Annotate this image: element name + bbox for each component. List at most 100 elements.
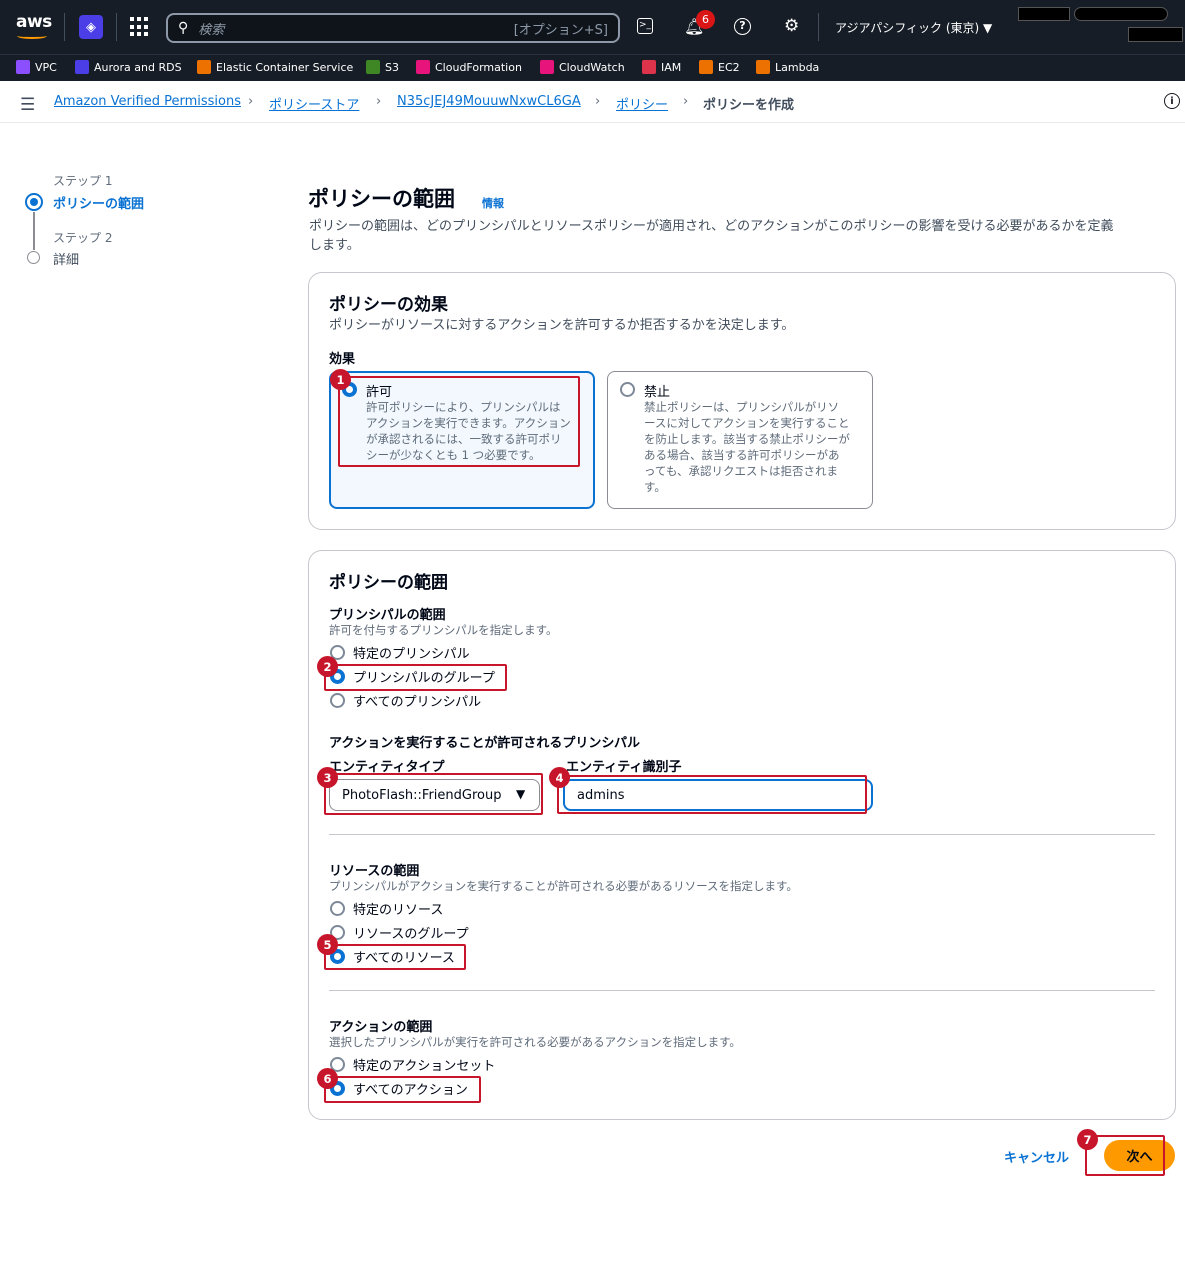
step-2-label: 詳細 bbox=[53, 253, 80, 268]
gear-icon[interactable]: ⚙ bbox=[784, 16, 799, 36]
region-selector[interactable]: アジアパシフィック (東京) ▼ bbox=[835, 19, 992, 36]
help-icon[interactable]: ? bbox=[734, 18, 751, 35]
resource-scope-description: プリンシパルがアクションを実行することが許可される必要があるリソースを指定します… bbox=[329, 879, 798, 893]
annotation-marker-7: 7 bbox=[1077, 1129, 1098, 1150]
annotation-box-3 bbox=[324, 773, 543, 815]
step-2-indicator bbox=[27, 251, 40, 264]
favorite-aurora-rds[interactable]: Aurora and RDS bbox=[75, 60, 182, 74]
favorite-ec2[interactable]: EC2 bbox=[699, 60, 740, 74]
info-icon[interactable]: i bbox=[1164, 93, 1180, 109]
cloudwatch-icon bbox=[540, 60, 554, 74]
annotation-box-1 bbox=[338, 376, 580, 467]
cloudshell-icon[interactable]: >_ bbox=[637, 18, 653, 34]
page-description: ポリシーの範囲は、どのプリンシパルとリソースポリシーが適用され、どのアクションが… bbox=[309, 219, 1114, 234]
annotation-box-5 bbox=[324, 944, 466, 970]
rds-icon bbox=[75, 60, 89, 74]
annotation-box-6 bbox=[324, 1076, 481, 1103]
forbid-description-4: ある場合、該当する許可ポリシーがあ bbox=[644, 448, 840, 462]
step-connector bbox=[33, 212, 35, 250]
section-divider bbox=[329, 990, 1155, 991]
search-icon: ⚲ bbox=[178, 20, 189, 36]
principal-scope-label: プリンシパルの範囲 bbox=[329, 608, 446, 623]
favorite-vpc[interactable]: VPC bbox=[16, 60, 57, 74]
aws-logo-smile bbox=[17, 33, 47, 39]
favorite-cloudwatch[interactable]: CloudWatch bbox=[540, 60, 625, 74]
favorite-iam[interactable]: IAM bbox=[642, 60, 681, 74]
principal-specific-label: 特定のプリンシパル bbox=[353, 647, 470, 662]
services-menu-icon[interactable] bbox=[130, 17, 150, 37]
redacted-account bbox=[1018, 7, 1070, 21]
iam-icon bbox=[642, 60, 656, 74]
menu-icon[interactable]: ☰ bbox=[20, 95, 35, 115]
annotation-marker-1: 1 bbox=[330, 369, 351, 390]
redacted-account[interactable] bbox=[1074, 7, 1168, 21]
nav-divider bbox=[64, 13, 65, 41]
resource-scope-label: リソースの範囲 bbox=[329, 864, 420, 879]
annotation-box-2 bbox=[324, 664, 507, 691]
annotation-marker-5: 5 bbox=[317, 934, 338, 955]
annotation-marker-6: 6 bbox=[317, 1068, 338, 1089]
chevron-right-icon: › bbox=[595, 94, 601, 109]
favorite-ecs[interactable]: Elastic Container Service bbox=[197, 60, 353, 74]
allowed-principal-label: アクションを実行することが許可されるプリンシパル bbox=[329, 736, 640, 751]
breadcrumb-policy-stores[interactable]: ポリシーストア bbox=[269, 94, 359, 113]
vpc-icon bbox=[16, 60, 30, 74]
s3-icon bbox=[366, 60, 380, 74]
breadcrumb-current: ポリシーを作成 bbox=[703, 98, 795, 113]
forbid-description-1: 禁止ポリシーは、プリンシパルがリソ bbox=[644, 400, 840, 414]
notification-badge: 6 bbox=[696, 10, 715, 29]
forbid-description-5: っても、承認リクエストは拒否されま bbox=[644, 464, 839, 478]
favorite-s3[interactable]: S3 bbox=[366, 60, 399, 74]
favorite-cloudformation[interactable]: CloudFormation bbox=[416, 60, 522, 74]
annotation-marker-3: 3 bbox=[317, 767, 338, 788]
scope-panel-title: ポリシーの範囲 bbox=[329, 573, 448, 593]
search-placeholder: 検索 bbox=[198, 22, 225, 38]
ecs-icon bbox=[197, 60, 211, 74]
principal-scope-description: 許可を付与するプリンシパルを指定します。 bbox=[329, 623, 558, 637]
resource-specific-radio[interactable] bbox=[330, 901, 345, 916]
page-description-cont: します。 bbox=[309, 238, 360, 253]
favorite-lambda[interactable]: Lambda bbox=[756, 60, 819, 74]
forbid-title: 禁止 bbox=[644, 385, 671, 400]
effect-panel-description: ポリシーがリソースに対するアクションを許可するか拒否するかを決定します。 bbox=[329, 318, 795, 333]
page-bottom bbox=[0, 1232, 1185, 1267]
annotation-box-4 bbox=[557, 775, 867, 814]
page-title: ポリシーの範囲 bbox=[308, 187, 455, 211]
resource-group-label: リソースのグループ bbox=[353, 927, 469, 942]
search-input[interactable]: ⚲ 検索 [オプション+S] bbox=[166, 13, 620, 43]
forbid-radio[interactable] bbox=[620, 382, 635, 397]
breadcrumb-verified-permissions[interactable]: Amazon Verified Permissions bbox=[54, 94, 241, 109]
principal-all-label: すべてのプリンシパル bbox=[353, 695, 482, 710]
entity-id-label: エンティティ識別子 bbox=[566, 760, 682, 775]
step-1-label[interactable]: ポリシーの範囲 bbox=[53, 193, 144, 212]
breadcrumb-policy-store-id[interactable]: N35cJEJ49MouuwNxwCL6GA bbox=[397, 94, 581, 109]
info-link[interactable]: 情報 bbox=[482, 195, 504, 211]
nav-divider bbox=[818, 13, 819, 41]
breadcrumb-policies[interactable]: ポリシー bbox=[616, 94, 668, 113]
annotation-marker-2: 2 bbox=[317, 656, 338, 677]
annotation-marker-4: 4 bbox=[549, 767, 570, 788]
forbid-description-2: ースに対してアクションを実行すること bbox=[644, 416, 850, 430]
aws-logo[interactable]: aws bbox=[16, 12, 52, 32]
ec2-icon bbox=[699, 60, 713, 74]
resource-specific-label: 特定のリソース bbox=[353, 903, 444, 918]
section-divider bbox=[329, 834, 1155, 835]
step-2-number: ステップ 2 bbox=[53, 231, 113, 245]
forbid-description-3: を防止します。該当する禁止ポリシーが bbox=[644, 432, 850, 446]
search-shortcut: [オプション+S] bbox=[513, 22, 608, 38]
verified-permissions-icon[interactable]: ◈ bbox=[79, 15, 103, 39]
action-specific-label: 特定のアクションセット bbox=[353, 1059, 496, 1074]
effect-panel-title: ポリシーの効果 bbox=[329, 295, 448, 315]
chevron-right-icon: › bbox=[376, 94, 382, 109]
principal-all-radio[interactable] bbox=[330, 693, 345, 708]
step-1-indicator-dot bbox=[30, 198, 38, 206]
action-scope-label: アクションの範囲 bbox=[329, 1020, 433, 1035]
action-scope-description: 選択したプリンシパルが実行を許可される必要があるアクションを指定します。 bbox=[329, 1035, 741, 1049]
chevron-right-icon: › bbox=[248, 94, 254, 109]
redacted-account bbox=[1128, 27, 1183, 42]
forbid-description-6: す。 bbox=[644, 480, 666, 494]
effect-label: 効果 bbox=[329, 352, 356, 367]
cancel-button[interactable]: キャンセル bbox=[1004, 1147, 1069, 1166]
cloudformation-icon bbox=[416, 60, 430, 74]
nav-divider bbox=[116, 13, 117, 41]
